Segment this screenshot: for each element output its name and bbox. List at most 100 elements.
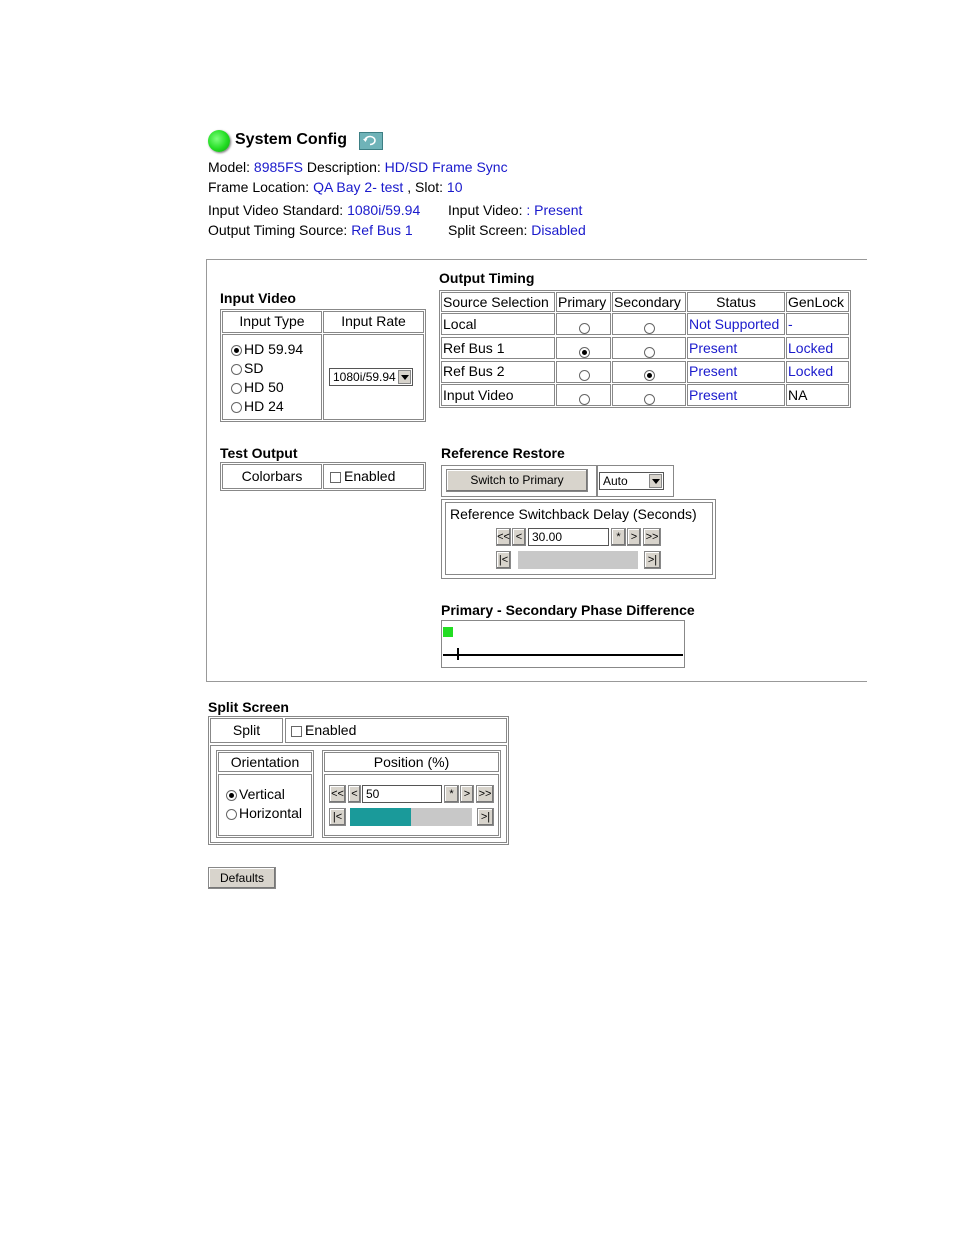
radio-icon[interactable] — [644, 393, 655, 405]
delay-back-button[interactable]: < — [512, 528, 526, 546]
position-fwd-button[interactable]: > — [460, 785, 474, 803]
radio-icon[interactable] — [231, 363, 242, 375]
colorbars-enabled-checkbox[interactable]: Enabled — [330, 468, 395, 484]
restore-mode-select[interactable]: Auto — [599, 472, 664, 490]
input-type-option-hd5994[interactable]: HD 59.94 — [231, 341, 303, 357]
phase-marker — [457, 648, 459, 660]
delay-slider-track[interactable] — [518, 551, 638, 569]
row-refbus1-genlock: Locked — [788, 340, 834, 356]
position-min-button[interactable]: |< — [329, 808, 346, 826]
delay-fast-back-button[interactable]: << — [496, 528, 511, 546]
radio-icon[interactable] — [644, 369, 655, 381]
split-enabled-checkbox[interactable]: Enabled — [291, 722, 356, 738]
split-screen-value: Disabled — [531, 222, 586, 238]
status-indicator-icon — [208, 130, 230, 152]
input-video-standard-value: 1080i/59.94 — [347, 202, 421, 218]
row-refbus1-primary-radio[interactable] — [579, 343, 592, 359]
input-rate-header: Input Rate — [341, 313, 406, 329]
input-video-line: Input Video: : Present — [448, 202, 582, 218]
position-star-button[interactable]: * — [444, 785, 459, 803]
row-refbus2-status: Present — [689, 363, 738, 379]
input-video-standard-line: Input Video Standard: 1080i/59.94 — [208, 202, 420, 218]
row-refbus2-genlock: Locked — [788, 363, 834, 379]
model-value: 8985FS — [253, 159, 303, 175]
switch-to-primary-button[interactable]: Switch to Primary — [446, 469, 588, 492]
description-value: HD/SD Frame Sync — [384, 159, 508, 175]
col-source-selection: Source Selection — [443, 294, 549, 310]
delay-max-button[interactable]: >| — [644, 551, 661, 569]
radio-icon[interactable] — [579, 369, 590, 381]
switchback-delay-label: Reference Switchback Delay (Seconds) — [450, 506, 697, 522]
radio-icon[interactable] — [231, 401, 242, 413]
radio-icon[interactable] — [231, 382, 242, 394]
row-inputvideo-secondary-radio[interactable] — [644, 390, 657, 406]
chevron-down-icon[interactable] — [398, 370, 411, 384]
refresh-icon[interactable] — [359, 132, 383, 150]
position-fast-fwd-button[interactable]: >> — [476, 785, 494, 803]
row-inputvideo-genlock: NA — [788, 387, 808, 403]
output-timing-source-line: Output Timing Source: Ref Bus 1 — [208, 222, 413, 238]
radio-icon[interactable] — [226, 808, 237, 820]
radio-icon[interactable] — [231, 344, 242, 356]
row-refbus2-primary-radio[interactable] — [579, 366, 592, 382]
radio-icon[interactable] — [226, 789, 237, 801]
split-screen-line: Split Screen: Disabled — [448, 222, 586, 238]
col-genlock: GenLock — [788, 294, 845, 310]
slot-label: , Slot: — [407, 179, 444, 195]
checkbox-icon[interactable] — [291, 725, 302, 737]
col-status: Status — [716, 294, 756, 310]
position-fast-back-button[interactable]: << — [329, 785, 346, 803]
row-refbus2-source: Ref Bus 2 — [443, 363, 505, 379]
split-label: Split — [232, 722, 261, 738]
radio-icon[interactable] — [579, 346, 590, 358]
colorbars-label: Colorbars — [241, 468, 303, 484]
output-timing-title: Output Timing — [439, 270, 535, 286]
delay-star-button[interactable]: * — [611, 528, 626, 546]
position-control-cell — [324, 774, 499, 836]
position-input[interactable]: 50 — [362, 785, 442, 803]
output-timing-source-label: Output Timing Source: — [208, 222, 348, 238]
input-video-label: Input Video: — [448, 202, 523, 218]
input-type-option-hd50[interactable]: HD 50 — [231, 379, 284, 395]
row-refbus2-secondary-radio[interactable] — [644, 366, 657, 382]
radio-icon[interactable] — [644, 322, 655, 334]
radio-icon[interactable] — [579, 393, 590, 405]
input-video-value: : Present — [526, 202, 583, 218]
delay-fwd-button[interactable]: > — [627, 528, 641, 546]
position-max-button[interactable]: >| — [477, 808, 494, 826]
position-slider-fill[interactable] — [350, 808, 411, 826]
radio-icon[interactable] — [644, 346, 655, 358]
defaults-button[interactable]: Defaults — [208, 867, 276, 889]
col-primary: Primary — [558, 294, 607, 310]
reference-restore-title: Reference Restore — [441, 445, 565, 461]
delay-input[interactable]: 30.00 — [528, 528, 609, 546]
row-inputvideo-primary-radio[interactable] — [579, 390, 592, 406]
row-local-secondary-radio[interactable] — [644, 319, 657, 335]
row-local-genlock: - — [788, 316, 793, 332]
frame-location-line: Frame Location: QA Bay 2- test , Slot: 1… — [208, 179, 462, 195]
radio-icon[interactable] — [579, 322, 590, 334]
chevron-down-icon[interactable] — [649, 474, 662, 488]
row-local-source: Local — [443, 316, 477, 332]
phase-difference-display — [441, 620, 685, 668]
input-type-header: Input Type — [239, 313, 305, 329]
checkbox-icon[interactable] — [330, 471, 341, 483]
table-cell — [786, 313, 849, 335]
test-output-title: Test Output — [220, 445, 298, 461]
phase-indicator-icon — [443, 627, 453, 637]
row-refbus1-secondary-radio[interactable] — [644, 343, 657, 359]
input-type-option-sd[interactable]: SD — [231, 360, 263, 376]
input-type-option-hd24[interactable]: HD 24 — [231, 398, 284, 414]
row-local-primary-radio[interactable] — [579, 319, 592, 335]
input-video-title: Input Video — [220, 290, 296, 306]
input-rate-select[interactable]: 1080i/59.94 — [329, 368, 413, 386]
frame-location-label: Frame Location: — [208, 179, 310, 195]
split-screen-label: Split Screen: — [448, 222, 528, 238]
delay-fast-fwd-button[interactable]: >> — [643, 528, 661, 546]
orientation-option-vertical[interactable]: Vertical — [226, 786, 285, 802]
delay-min-button[interactable]: |< — [496, 551, 511, 569]
position-back-button[interactable]: < — [348, 785, 361, 803]
model-line: Model: 8985FS Description: HD/SD Frame S… — [208, 159, 508, 175]
col-secondary: Secondary — [614, 294, 681, 310]
orientation-option-horizontal[interactable]: Horizontal — [226, 805, 302, 821]
